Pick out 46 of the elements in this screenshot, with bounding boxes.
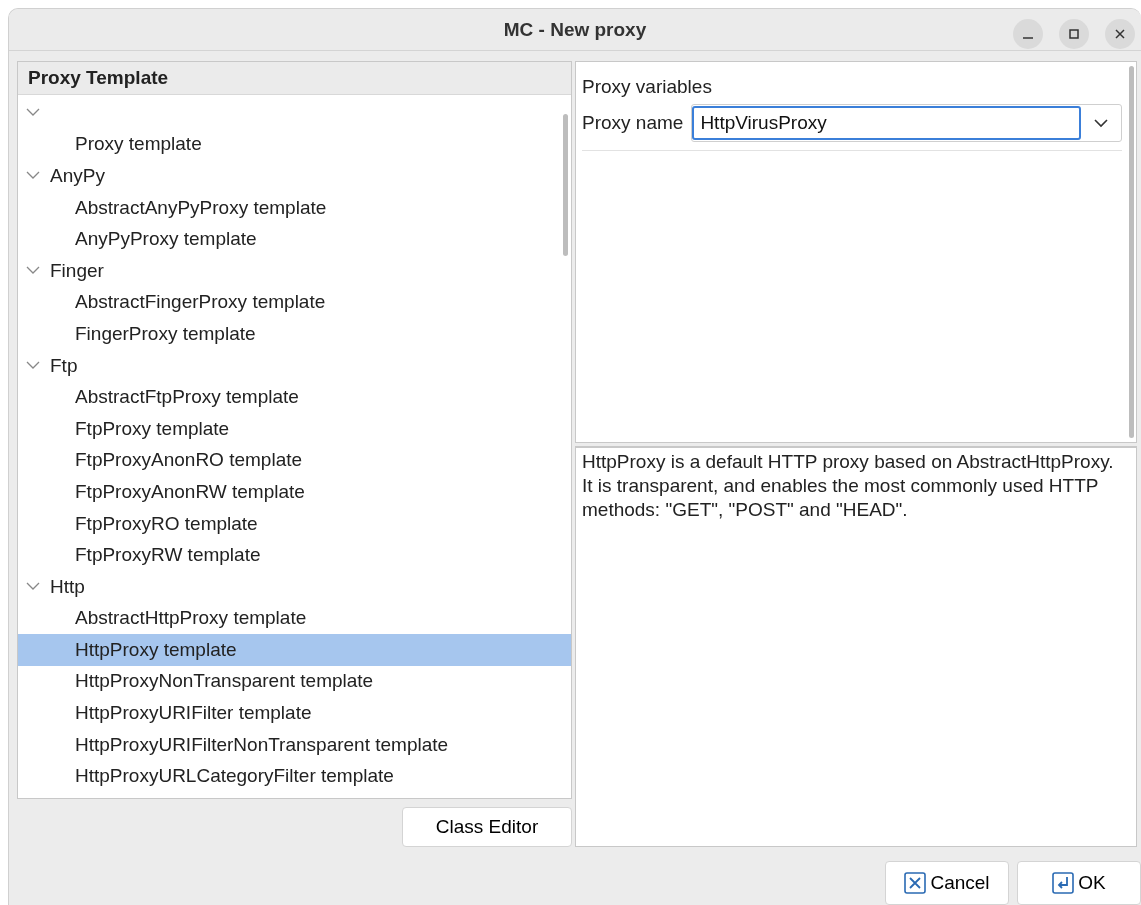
tree-group[interactable]: Ftp: [50, 354, 78, 377]
tree-item[interactable]: HttpProxyURIFilter template: [18, 697, 571, 729]
close-button[interactable]: [1105, 19, 1135, 49]
tree-header: Proxy Template: [18, 62, 571, 95]
description-text: HttpProxy is a default HTTP proxy based on AbstractHttpProxy. It is transparent, and enables the most commonly used HTTP methods: "GET", "POST" and "HEAD".: [582, 450, 1115, 522]
tree-item[interactable]: HttpProxy template: [18, 634, 571, 666]
proxy-name-combo[interactable]: HttpVirusProxy: [691, 104, 1122, 142]
tree-item[interactable]: FtpProxyRW template: [18, 539, 571, 571]
tree-item[interactable]: AbstractFtpProxy template: [18, 381, 571, 413]
tree-item[interactable]: FtpProxyAnonRO template: [18, 444, 571, 477]
scrollbar-thumb[interactable]: [1129, 66, 1134, 438]
field-label: Proxy name: [582, 112, 684, 134]
minimize-icon: [1023, 37, 1033, 39]
dropdown-chevron-icon[interactable]: [1094, 118, 1108, 128]
cancel-button[interactable]: Cancel: [885, 861, 1009, 905]
minimize-button[interactable]: [1013, 19, 1043, 49]
scrollbar-thumb[interactable]: [563, 114, 568, 256]
tree-group[interactable]: Http: [50, 575, 85, 598]
tree-item[interactable]: HttpProxyURIFilterNonTransparent template: [18, 728, 571, 761]
tree-group[interactable]: Finger: [50, 259, 104, 282]
expand-chevron-icon[interactable]: [26, 582, 40, 592]
enter-icon: [1052, 872, 1075, 894]
tree-item[interactable]: FtpProxyAnonRW template: [18, 476, 571, 508]
maximize-icon: [1068, 28, 1080, 40]
expand-chevron-icon[interactable]: [26, 171, 40, 181]
tree-item[interactable]: HttpProxyURLCategoryFilter template: [18, 760, 571, 793]
tree-item[interactable]: AnyPyProxy template: [18, 223, 571, 255]
expand-chevron-icon[interactable]: [26, 266, 40, 276]
tree-item[interactable]: FtpProxyRO template: [18, 507, 571, 540]
tree-item[interactable]: AbstractHttpProxy template: [18, 602, 571, 635]
tree-item[interactable]: AbstractAnyPyProxy template: [18, 191, 571, 224]
cancel-icon: [904, 872, 927, 894]
expand-chevron-icon[interactable]: [26, 108, 40, 118]
class-editor-button[interactable]: Class Editor: [402, 807, 572, 847]
window-title: MC - New proxy: [503, 18, 647, 41]
tree-item[interactable]: AbstractFingerProxy template: [18, 286, 571, 319]
ok-button[interactable]: OK: [1017, 861, 1141, 905]
expand-chevron-icon[interactable]: [26, 361, 40, 371]
variables-title: Proxy variables: [582, 76, 713, 98]
close-icon: [1114, 28, 1126, 40]
tree-item[interactable]: FtpProxy template: [18, 412, 571, 445]
maximize-button[interactable]: [1059, 19, 1089, 49]
tree-item[interactable]: HttpProxyNonTransparent template: [18, 665, 571, 698]
tree-group[interactable]: AnyPy: [50, 165, 105, 187]
tree-item[interactable]: Proxy template: [18, 128, 571, 161]
tree-item[interactable]: FingerProxy template: [18, 318, 571, 350]
